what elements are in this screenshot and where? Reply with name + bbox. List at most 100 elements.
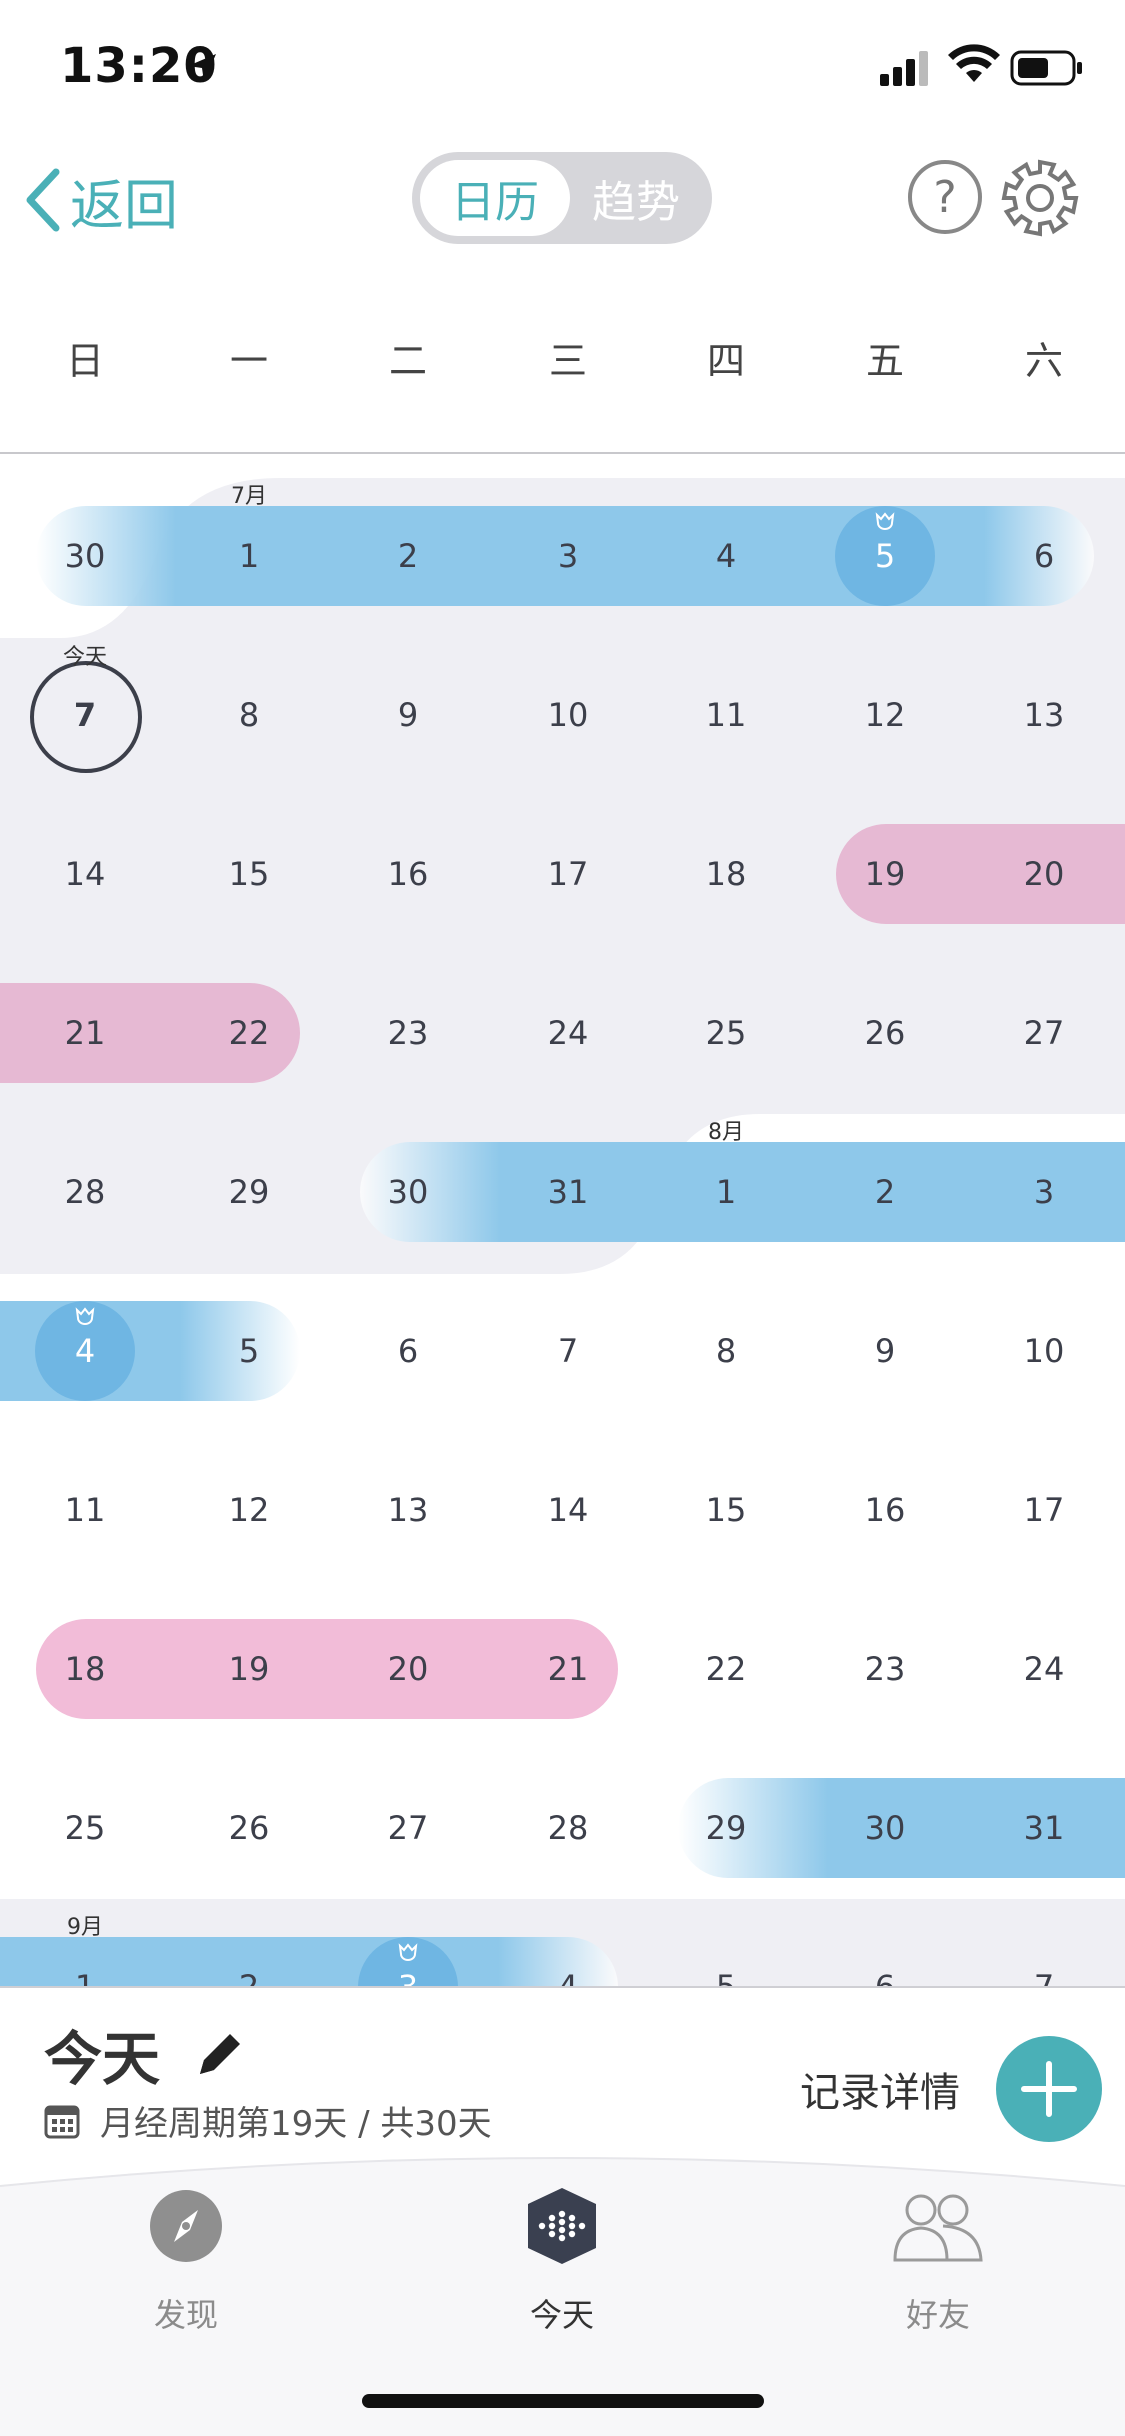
home-indicator	[362, 2394, 764, 2408]
calendar-day[interactable]: 1	[676, 1172, 776, 1212]
month-label: 8月	[708, 1120, 744, 1145]
calendar-day[interactable]: 3	[518, 536, 618, 576]
calendar-day[interactable]: 29	[676, 1808, 776, 1848]
calendar-day[interactable]: 6	[358, 1331, 458, 1371]
calendar-day[interactable]: 11	[35, 1490, 135, 1530]
dot	[578, 2222, 586, 2230]
calendar-day[interactable]: 6	[994, 536, 1094, 576]
dot	[558, 2218, 566, 2226]
location-arrow-icon	[188, 54, 216, 82]
dot	[548, 2214, 556, 2222]
calendar-day[interactable]: 8	[199, 695, 299, 735]
calendar-day[interactable]: 23	[358, 1013, 458, 1053]
calendar-day[interactable]: 13	[994, 695, 1094, 735]
tab-friends[interactable]: 好友	[828, 2186, 1048, 2336]
calendar-day[interactable]: 10	[518, 695, 618, 735]
calendar-day[interactable]: 23	[835, 1649, 935, 1689]
tab-today[interactable]: 今天	[452, 2186, 672, 2336]
calendar-grid[interactable]: 今天 30 1 2 3 4 5 6 7月 7 8 9 10 11 12 13 14 15 16 17 18 19 20 21 2…	[0, 454, 1125, 1986]
calendar-day[interactable]: 4	[518, 1967, 618, 1986]
calendar-day[interactable]: 27	[358, 1808, 458, 1848]
calendar-day[interactable]: 12	[835, 695, 935, 735]
calendar-day[interactable]: 5	[676, 1967, 776, 1986]
calendar-day[interactable]: 3	[994, 1172, 1094, 1212]
calendar-day[interactable]: 16	[835, 1490, 935, 1530]
gear-icon[interactable]	[1000, 158, 1080, 238]
weekday-label: 日	[65, 339, 104, 383]
calendar-day[interactable]: 19	[835, 854, 935, 894]
tab-calendar[interactable]: 日历	[420, 160, 570, 236]
calendar-day[interactable]: 7	[518, 1331, 618, 1371]
calendar-day[interactable]: 26	[199, 1808, 299, 1848]
calendar-day[interactable]: 5	[199, 1331, 299, 1371]
calendar-day[interactable]: 11	[676, 695, 776, 735]
calendar-day[interactable]: 5	[835, 536, 935, 576]
calendar-day[interactable]: 2	[835, 1172, 935, 1212]
chevron-left-icon	[26, 168, 60, 232]
calendar-day[interactable]: 14	[518, 1490, 618, 1530]
calendar-day[interactable]: 4	[35, 1331, 135, 1371]
calendar-day[interactable]: 14	[35, 854, 135, 894]
calendar-day[interactable]: 30	[358, 1172, 458, 1212]
calendar-day[interactable]: 7	[35, 695, 135, 735]
calendar-day[interactable]: 25	[35, 1808, 135, 1848]
calendar-day[interactable]: 28	[35, 1172, 135, 1212]
calendar-day[interactable]: 19	[199, 1649, 299, 1689]
calendar-day[interactable]: 4	[676, 536, 776, 576]
calendar-day[interactable]: 7	[994, 1967, 1094, 1986]
fitbit-dots-icon	[528, 2188, 596, 2264]
calendar-day[interactable]: 13	[358, 1490, 458, 1530]
calendar-day[interactable]: 9	[358, 695, 458, 735]
calendar-day[interactable]: 10	[994, 1331, 1094, 1371]
log-details-label[interactable]: 记录详情	[800, 2060, 960, 2118]
month-label: 7月	[231, 484, 267, 509]
calendar-day[interactable]: 26	[835, 1013, 935, 1053]
calendar-day[interactable]: 15	[199, 854, 299, 894]
calendar-day[interactable]: 22	[199, 1013, 299, 1053]
calendar-day[interactable]: 17	[994, 1490, 1094, 1530]
calendar-day[interactable]: 2	[358, 536, 458, 576]
calendar-day[interactable]: 25	[676, 1013, 776, 1053]
tab-discover[interactable]: 发现	[76, 2186, 296, 2336]
calendar-day[interactable]: 3	[358, 1967, 458, 1986]
calendar-day[interactable]: 1	[35, 1967, 135, 1986]
calendar-day[interactable]: 21	[518, 1649, 618, 1689]
calendar-day[interactable]: 31	[994, 1808, 1094, 1848]
weekday-label: 一	[229, 339, 268, 383]
tab-trend[interactable]: 趋势	[566, 160, 706, 236]
ovulation-icon	[875, 512, 895, 530]
calendar-day[interactable]: 31	[518, 1172, 618, 1212]
calendar-day[interactable]: 20	[994, 854, 1094, 894]
weekday-label: 六	[1024, 339, 1063, 383]
calendar-day[interactable]: 22	[676, 1649, 776, 1689]
calendar-day[interactable]: 18	[35, 1649, 135, 1689]
calendar-day[interactable]: 28	[518, 1808, 618, 1848]
calendar-day[interactable]: 29	[199, 1172, 299, 1212]
calendar-day[interactable]: 15	[676, 1490, 776, 1530]
help-button[interactable]: ?	[908, 160, 982, 234]
pencil-icon[interactable]	[194, 2028, 246, 2080]
calendar-day[interactable]: 9	[835, 1331, 935, 1371]
calendar-day[interactable]: 8	[676, 1331, 776, 1371]
calendar-day[interactable]: 24	[518, 1013, 618, 1053]
calendar-day[interactable]: 1	[199, 536, 299, 576]
dot	[568, 2222, 576, 2230]
calendar-day[interactable]: 30	[835, 1808, 935, 1848]
view-segmented-control: 日历 趋势	[412, 152, 712, 244]
add-button[interactable]	[996, 2036, 1102, 2142]
back-label: 返回	[70, 173, 178, 237]
calendar-day[interactable]: 20	[358, 1649, 458, 1689]
calendar-day[interactable]: 6	[835, 1967, 935, 1986]
calendar-day[interactable]: 16	[358, 854, 458, 894]
calendar-day[interactable]: 21	[35, 1013, 135, 1053]
calendar-day[interactable]: 2	[199, 1967, 299, 1986]
calendar-day[interactable]: 30	[35, 536, 135, 576]
back-button[interactable]: 返回	[24, 160, 178, 240]
calendar-day[interactable]: 27	[994, 1013, 1094, 1053]
calendar-day[interactable]: 24	[994, 1649, 1094, 1689]
calendar-day[interactable]: 18	[676, 854, 776, 894]
help-icon: ?	[933, 171, 957, 223]
calendar-day[interactable]: 12	[199, 1490, 299, 1530]
calendar-day[interactable]: 17	[518, 854, 618, 894]
calendar-icon	[44, 2105, 80, 2138]
